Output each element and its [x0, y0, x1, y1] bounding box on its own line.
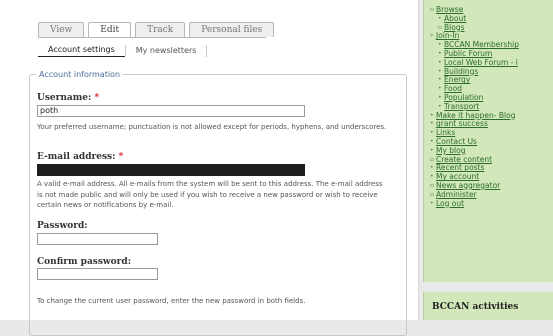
sidebar-menu-link[interactable]: About: [444, 14, 466, 23]
username-label-text: Username:: [37, 93, 92, 103]
sidebar-menu-link[interactable]: Administer: [436, 190, 477, 199]
primary-tabs: View Edit Track Personal files: [38, 22, 275, 38]
email-label: E-mail address: *: [37, 152, 123, 163]
main-content: View Edit Track Personal files Account s…: [0, 0, 419, 336]
menu-bullet-icon: •: [430, 129, 434, 137]
sidebar-menu-link[interactable]: My account: [436, 172, 479, 181]
password-help: To change the current user password, ent…: [37, 297, 306, 305]
sidebar-menu-link[interactable]: Public Forum: [444, 49, 492, 58]
navigation-block: ▫ Browse • About ▫ Blogs ▿ Join-In • BCCAN Member…: [423, 0, 553, 282]
sidebar-menu-link[interactable]: Join-In: [436, 31, 459, 40]
sidebar: ▫ Browse • About ▫ Blogs ▿ Join-In • BCCAN Member…: [423, 0, 553, 320]
tab-view[interactable]: View: [38, 22, 85, 37]
sidebar-menu-link[interactable]: Local Web Forum - i: [444, 58, 518, 67]
menu-bullet-icon: •: [430, 146, 434, 154]
sidebar-menu-link[interactable]: Links: [436, 128, 455, 137]
sidebar-menu-link[interactable]: grant success: [436, 119, 488, 128]
confirm-password-label: Confirm password:: [37, 257, 132, 267]
account-information-fieldset: Account information Username: * poth You…: [29, 69, 407, 336]
menu-bullet-icon: ▫: [430, 181, 435, 189]
subtab-my-newsletters[interactable]: My newsletters: [126, 44, 208, 57]
username-label: Username: *: [37, 93, 99, 104]
sidebar-menu-link[interactable]: Create content: [436, 155, 492, 164]
subtab-account-settings[interactable]: Account settings: [38, 44, 125, 57]
menu-bullet-icon: ▿: [430, 32, 434, 40]
menu-bullet-icon: ▫: [430, 6, 435, 13]
password-label: Password:: [37, 221, 88, 231]
sidebar-menu-link[interactable]: Make it happen- Blog: [436, 111, 515, 120]
sidebar-menu-link[interactable]: Food: [444, 84, 462, 93]
tab-personal-files[interactable]: Personal files: [189, 22, 275, 37]
tab-edit[interactable]: Edit: [88, 22, 132, 38]
sidebar-menu-link[interactable]: Buildings: [444, 67, 478, 76]
sidebar-menu-link[interactable]: Energy: [444, 75, 470, 84]
secondary-tabs: Account settings My newsletters: [38, 44, 208, 57]
menu-bullet-icon: •: [430, 199, 434, 207]
activities-block: BCCAN activities: [423, 292, 553, 320]
sidebar-menu-link[interactable]: Browse: [436, 5, 463, 14]
sidebar-menu-link[interactable]: Log out: [436, 199, 464, 208]
menu-bullet-icon: •: [438, 41, 442, 49]
sidebar-menu-item[interactable]: ▫ Browse: [424, 5, 519, 15]
sidebar-menu-link[interactable]: Blogs: [444, 23, 465, 32]
sidebar-menu-link[interactable]: Population: [444, 93, 483, 102]
tabs-divider: [38, 37, 266, 38]
username-input[interactable]: poth: [37, 105, 305, 117]
menu-bullet-icon: •: [438, 14, 442, 22]
activities-title: BCCAN activities: [432, 302, 519, 312]
sidebar-menu-link[interactable]: BCCAN Membership: [444, 40, 519, 49]
menu-bullet-icon: •: [438, 67, 442, 75]
menu-bullet-icon: •: [438, 76, 442, 84]
required-marker: *: [118, 152, 124, 162]
tab-track[interactable]: Track: [135, 22, 186, 37]
sidebar-menu-link[interactable]: Recent posts: [436, 163, 484, 172]
sidebar-menu-item[interactable]: • Buildings: [424, 67, 519, 77]
menu-bullet-icon: •: [430, 173, 434, 181]
email-label-text: E-mail address:: [37, 152, 116, 162]
username-help: Your preferred username; punctuation is …: [37, 123, 387, 131]
required-marker: *: [94, 93, 100, 103]
menu-bullet-icon: •: [438, 49, 442, 57]
sidebar-menu-item[interactable]: • About: [424, 14, 519, 24]
sidebar-menu-link[interactable]: Contact Us: [436, 137, 477, 146]
menu-bullet-icon: •: [430, 120, 434, 128]
password-input[interactable]: [37, 233, 158, 245]
sidebar-menu-link[interactable]: Transport: [444, 102, 479, 111]
sidebar-menu-item[interactable]: • Energy: [424, 75, 519, 85]
sidebar-menu-item[interactable]: • Log out: [424, 199, 519, 209]
menu-bullet-icon: •: [430, 164, 434, 172]
email-help: A valid e-mail address. All e-mails from…: [37, 180, 383, 209]
confirm-password-input[interactable]: [37, 268, 158, 280]
menu-bullet-icon: ▫: [430, 190, 435, 198]
email-input[interactable]: [37, 164, 305, 176]
sidebar-menu-link[interactable]: My blog: [436, 146, 466, 155]
menu-bullet-icon: •: [438, 58, 442, 66]
fieldset-legend[interactable]: Account information: [36, 69, 124, 80]
navigation-menu: ▫ Browse • About ▫ Blogs ▿ Join-In • BCCAN Member…: [424, 5, 519, 209]
menu-bullet-icon: •: [430, 137, 434, 145]
sidebar-menu-link[interactable]: News aggregator: [436, 181, 500, 190]
menu-bullet-icon: •: [438, 85, 442, 93]
menu-bullet-icon: ▫: [430, 155, 435, 163]
menu-bullet-icon: •: [438, 93, 442, 101]
menu-bullet-icon: •: [430, 111, 434, 119]
